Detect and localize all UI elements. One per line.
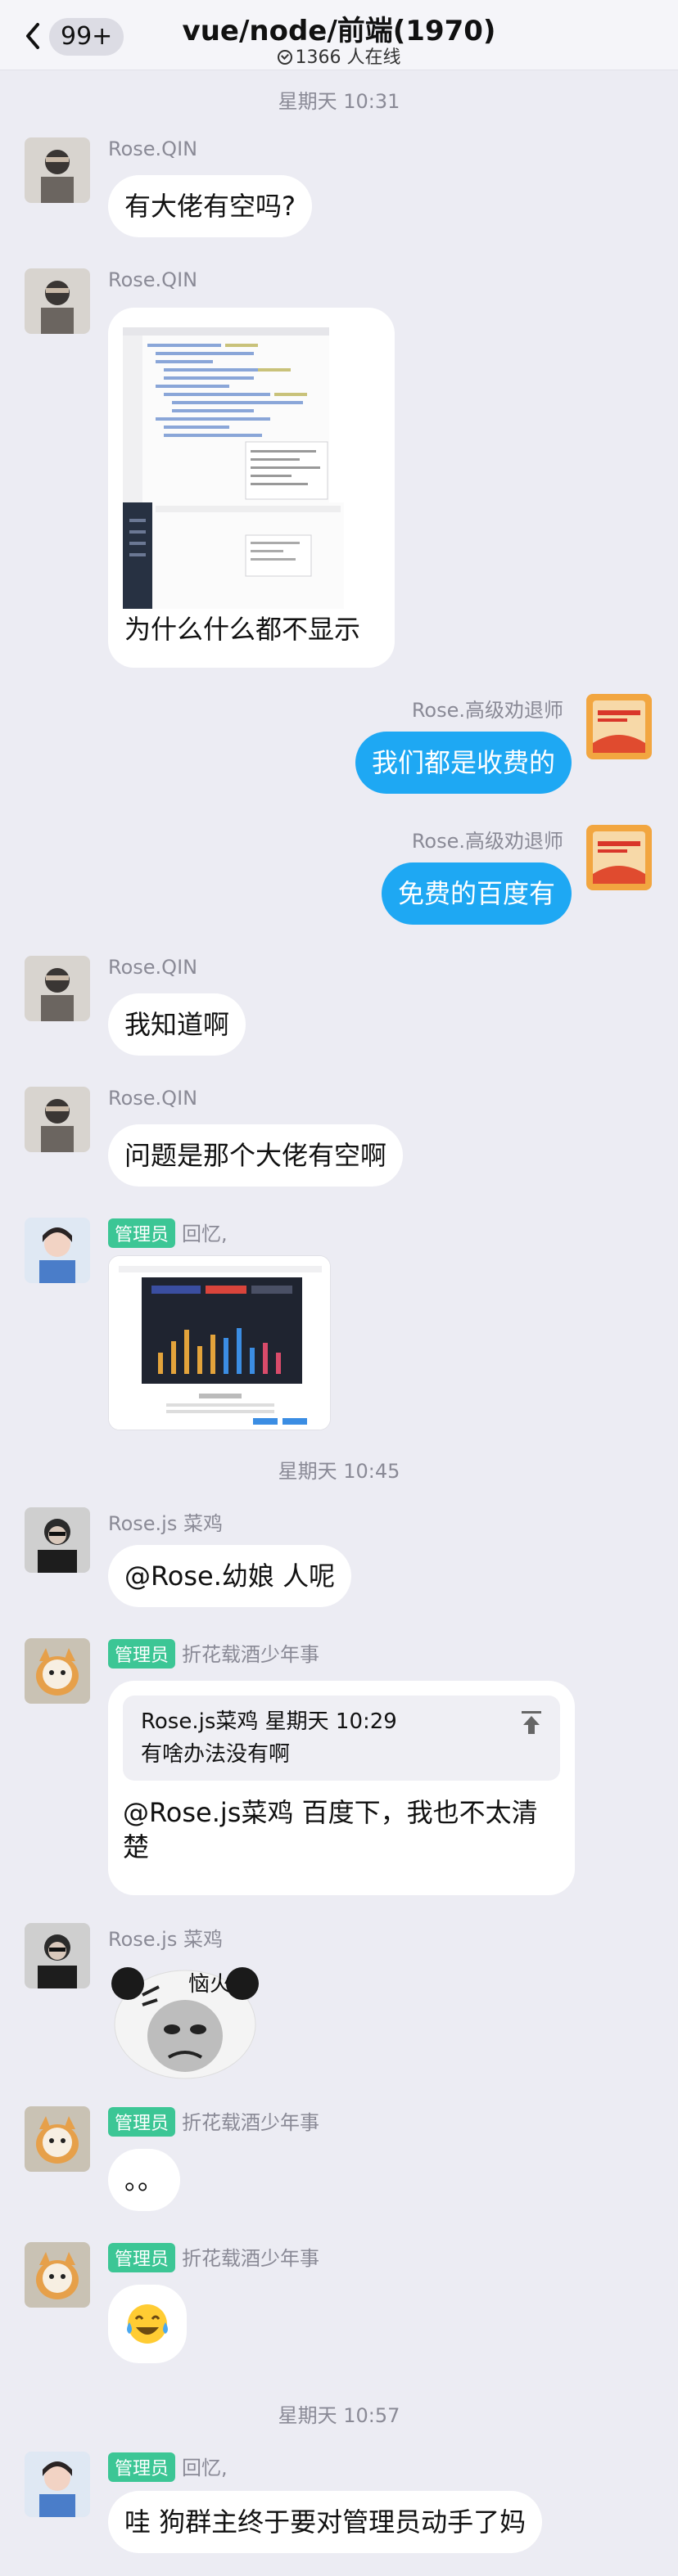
message-bubble[interactable]: 免费的百度有: [381, 862, 572, 925]
timestamp: 星期天 10:45: [278, 1460, 400, 1483]
sender-name: 管理员 折花载酒少年事: [108, 2106, 319, 2137]
avatar[interactable]: [25, 1638, 90, 1704]
admin-badge: 管理员: [108, 2107, 176, 2137]
sender-name: Rose.QIN: [108, 137, 198, 160]
message-text: @Rose.js菜鸡 百度下，我也不太清 楚: [123, 1797, 538, 1862]
admin-badge: 管理员: [108, 2452, 176, 2482]
admin-badge: 管理员: [108, 1218, 176, 1248]
quoted-message[interactable]: Rose.js菜鸡 星期天 10:29 有啥办法没有啊: [123, 1696, 560, 1781]
online-icon: [277, 50, 292, 65]
message-bubble[interactable]: Rose.js菜鸡 星期天 10:29 有啥办法没有啊 @Rose.js菜鸡 百…: [108, 1681, 575, 1895]
chat-header: 99+ vue/node/前端(1970) 1366 人在线: [0, 0, 678, 70]
admin-badge: 管理员: [108, 2243, 176, 2272]
avatar[interactable]: [25, 1507, 90, 1573]
sender-name: 管理员 折花载酒少年事: [108, 2242, 319, 2272]
message-bubble[interactable]: 哇 狗群主终于要对管理员动手了妈: [108, 2491, 543, 2553]
sticker-image[interactable]: 恼火: [110, 1962, 260, 2080]
shared-image[interactable]: [108, 1255, 331, 1430]
tears-of-joy-emoji-icon: [127, 2304, 168, 2344]
timestamp: 星期天 10:57: [278, 2404, 400, 2427]
avatar[interactable]: [25, 2242, 90, 2308]
quote-text: 有啥办法没有啊: [141, 1742, 291, 1767]
quote-header: Rose.js菜鸡 星期天 10:29: [141, 1709, 397, 1734]
sender-name: Rose.高级劝退师: [411, 830, 563, 853]
sender-name: 管理员 回忆,: [108, 2452, 228, 2482]
message-text: 为什么什么都不显示: [124, 614, 361, 645]
message-bubble[interactable]: 。。: [108, 2149, 181, 2211]
screenshot-image[interactable]: [123, 327, 329, 516]
jump-to-quote-icon[interactable]: [521, 1710, 542, 1735]
message-bubble[interactable]: @Rose.幼娘 人呢: [108, 1545, 352, 1607]
online-count: 1366 人在线: [0, 43, 678, 69]
sender-name: Rose.高级劝退师: [411, 699, 563, 722]
avatar[interactable]: [25, 1923, 90, 1988]
timestamp: 星期天 10:31: [278, 90, 400, 113]
sender-name: Rose.QIN: [108, 956, 198, 979]
sender-name: Rose.QIN: [108, 268, 198, 291]
message-bubble[interactable]: 有大佬有空吗?: [108, 175, 312, 237]
avatar[interactable]: [25, 137, 90, 203]
message-bubble[interactable]: 我们都是收费的: [355, 732, 572, 794]
sender-name: 管理员 回忆,: [108, 1218, 228, 1248]
avatar[interactable]: [586, 694, 652, 759]
sender-name: Rose.js 菜鸡: [108, 1512, 223, 1535]
avatar[interactable]: [25, 2106, 90, 2172]
message-bubble[interactable]: 问题是那个大佬有空啊: [108, 1124, 404, 1187]
message-bubble[interactable]: 我知道啊: [108, 993, 246, 1056]
sender-name: Rose.js 菜鸡: [108, 1928, 223, 1951]
avatar[interactable]: [25, 2452, 90, 2517]
message-bubble[interactable]: [108, 2285, 187, 2363]
sender-name: 管理员 折花载酒少年事: [108, 1638, 319, 1669]
avatar[interactable]: [25, 268, 90, 334]
avatar[interactable]: [25, 1087, 90, 1152]
admin-badge: 管理员: [108, 1639, 176, 1669]
sticker-caption: 恼火: [188, 1972, 232, 1997]
sender-name: Rose.QIN: [108, 1087, 198, 1110]
message-bubble[interactable]: 为什么什么都不显示: [108, 308, 395, 668]
avatar[interactable]: [25, 1218, 90, 1283]
avatar[interactable]: [25, 956, 90, 1021]
avatar[interactable]: [586, 825, 652, 890]
screenshot-image[interactable]: [123, 502, 344, 609]
